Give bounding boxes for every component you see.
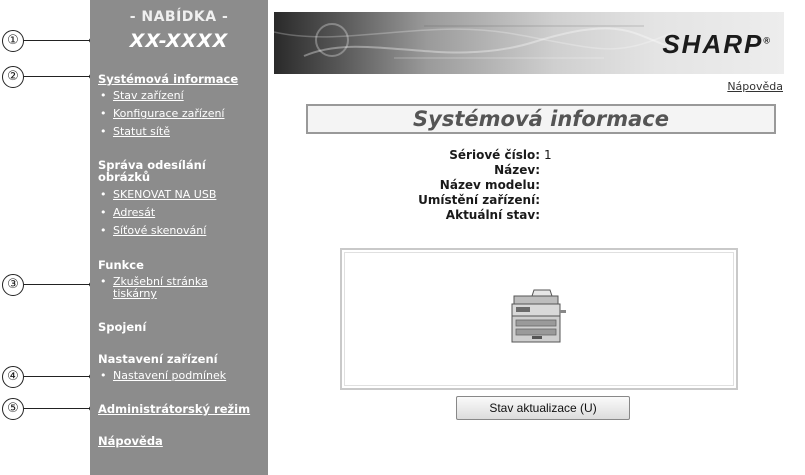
callout-leader-line	[24, 37, 94, 43]
info-label: Umístění zařízení:	[418, 193, 540, 207]
bullet: •	[100, 125, 107, 138]
callout-number: ②	[2, 66, 24, 88]
nav-item-condition-settings[interactable]: • Nastavení podmínek	[100, 370, 226, 382]
callout-4: ④	[0, 366, 94, 388]
help-link[interactable]: Nápověda	[727, 80, 783, 93]
nav-item-printer-test-page[interactable]: • Zkušební stránka tiskárny	[100, 276, 250, 300]
nav-item-destination[interactable]: • Adresát	[100, 207, 155, 219]
refresh-status-button[interactable]: Stav aktualizace (U)	[456, 396, 630, 420]
bullet: •	[100, 188, 107, 201]
nav-item-label: Nastavení podmínek	[113, 369, 227, 382]
nav-device-settings-heading: Nastavení zařízení	[98, 352, 218, 366]
callout-2: ②	[0, 66, 94, 88]
bullet: •	[100, 275, 107, 288]
menu-header: - NABÍDKA -	[129, 9, 229, 25]
header-banner: SHARP®	[274, 12, 784, 74]
callout-number: ③	[2, 274, 24, 296]
callout-leader-line	[24, 405, 94, 411]
system-info-fields: Sériové číslo: 1 Název: Název modelu: Umí…	[360, 148, 640, 223]
nav-item-label: Stav zařízení	[113, 89, 184, 102]
banner-texture-graphic	[274, 23, 674, 59]
device-image-panel	[340, 248, 738, 390]
callout-1: ①	[0, 30, 94, 52]
model-name: XX-XXXX	[129, 30, 229, 52]
nav-item-scan-to-usb[interactable]: • SKENOVAT NA USB	[100, 189, 216, 201]
info-row-name: Název:	[360, 163, 640, 178]
nav-item-label: Síťové skenování	[113, 224, 207, 237]
nav-functions-heading: Funkce	[98, 258, 144, 272]
info-label: Aktuální stav:	[445, 208, 540, 222]
nav-heading-line: obrázků	[98, 170, 151, 184]
nav-system-info[interactable]: Systémová informace	[98, 73, 238, 85]
info-label: Sériové číslo:	[449, 148, 540, 162]
info-row-location: Umístění zařízení:	[360, 193, 640, 208]
callout-leader-line	[24, 281, 94, 287]
callout-leader-line	[24, 73, 94, 79]
brand-logo: SHARP®	[662, 29, 772, 60]
callout-number: ④	[2, 366, 24, 388]
info-value: 1	[544, 148, 552, 162]
info-label: Název:	[494, 163, 540, 177]
brand-logo-text: SHARP	[662, 29, 764, 59]
nav-connections-heading: Spojení	[98, 320, 147, 334]
callout-leader-line	[24, 373, 94, 379]
nav-item-label-line: tiskárny	[113, 287, 157, 300]
info-row-serial: Sériové číslo: 1	[360, 148, 640, 163]
nav-item-label: Statut sítě	[113, 125, 170, 138]
sidebar: - NABÍDKA - XX-XXXX Systémová informace …	[90, 0, 268, 475]
nav-help[interactable]: Nápověda	[98, 435, 163, 447]
nav-item-device-config[interactable]: • Konfigurace zařízení	[100, 108, 225, 120]
bullet: •	[100, 206, 107, 219]
callout-3: ③	[0, 274, 94, 296]
nav-item-network-status[interactable]: • Statut sítě	[100, 126, 170, 138]
nav-image-send-heading: Správa odesílání obrázků	[98, 159, 206, 183]
nav-item-network-scan[interactable]: • Síťové skenování	[100, 225, 206, 237]
nav-item-device-status[interactable]: • Stav zařízení	[100, 90, 184, 102]
nav-admin-mode[interactable]: Administrátorský režim	[98, 403, 250, 415]
info-row-status: Aktuální stav:	[360, 208, 640, 223]
bullet: •	[100, 107, 107, 120]
bullet: •	[100, 89, 107, 102]
callout-5: ⑤	[0, 398, 94, 420]
info-label: Název modelu:	[439, 178, 540, 192]
callout-number: ①	[2, 30, 24, 52]
bullet: •	[100, 369, 107, 382]
copier-icon	[511, 289, 566, 343]
nav-item-label: Zkušební stránka tiskárny	[113, 276, 233, 300]
nav-item-label: SKENOVAT NA USB	[113, 188, 217, 201]
nav-item-label: Adresát	[113, 206, 156, 219]
page-title: Systémová informace	[306, 104, 776, 134]
nav-item-label: Konfigurace zařízení	[113, 107, 225, 120]
callout-number: ⑤	[2, 398, 24, 420]
bullet: •	[100, 224, 107, 237]
info-row-model: Název modelu:	[360, 178, 640, 193]
registered-mark: ®	[763, 35, 772, 46]
